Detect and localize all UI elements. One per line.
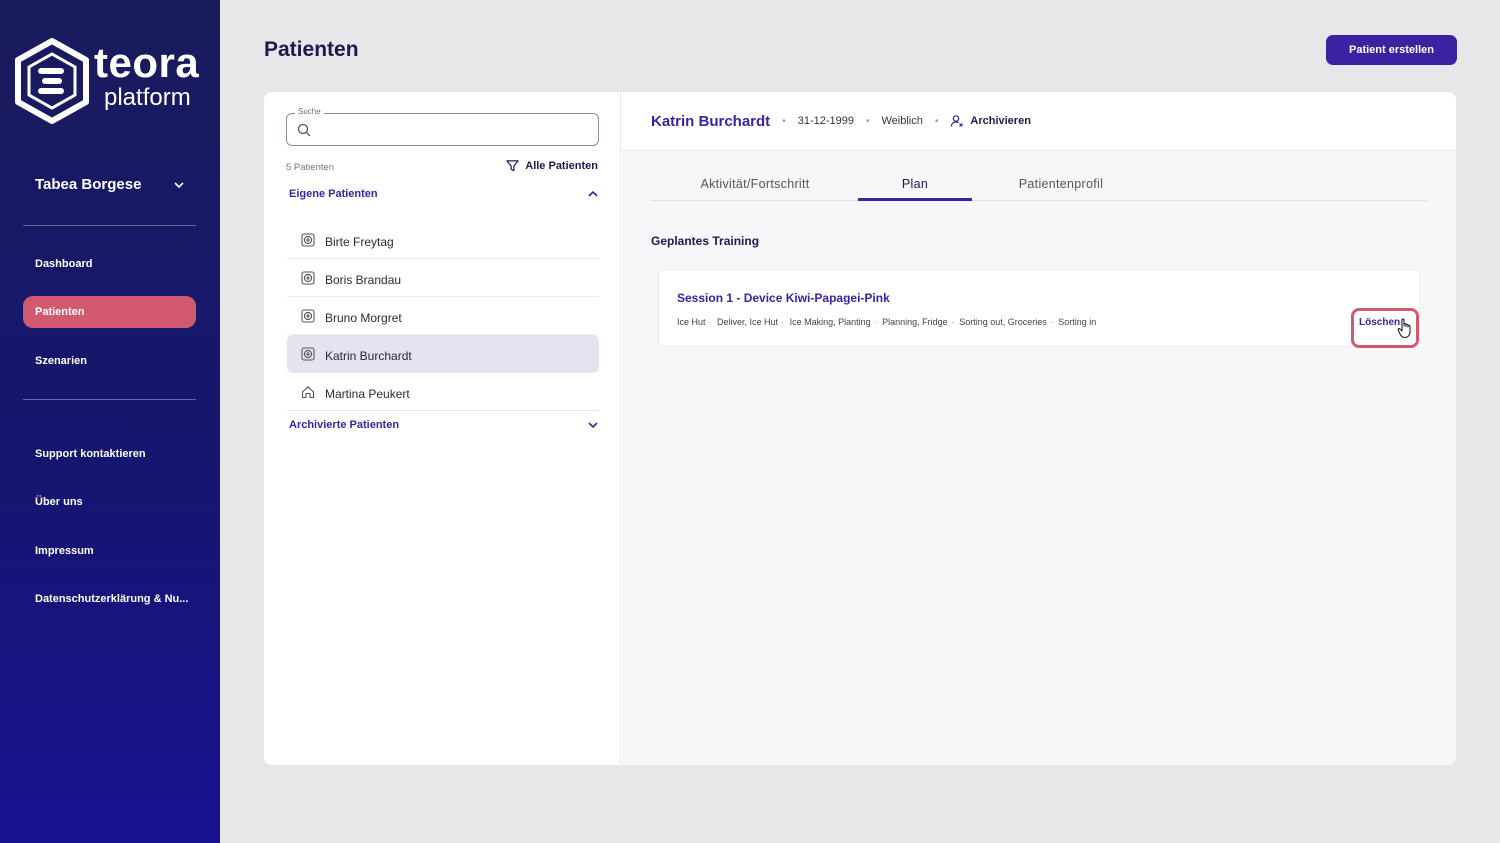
brand-subtitle: platform — [104, 84, 191, 111]
patient-list-pane: Suche 5 Patienten Alle Patienten Eigene … — [264, 92, 621, 765]
tab-profile[interactable]: Patientenprofil — [972, 177, 1150, 201]
patients-card: Suche 5 Patienten Alle Patienten Eigene … — [264, 92, 1456, 765]
brand-name: teora — [94, 39, 200, 86]
section-label: Archivierte Patienten — [289, 419, 400, 431]
nav-item-support[interactable]: Support kontaktieren — [23, 438, 196, 470]
session-tag: Planning, Fridge — [882, 317, 948, 327]
nav-label: Szenarien — [35, 355, 87, 367]
separator-dot: • — [865, 115, 870, 127]
session-tag: Deliver, Ice Hut — [717, 317, 779, 327]
chevron-down-icon — [174, 181, 184, 188]
page-title: Patienten — [264, 38, 359, 61]
patient-birthdate: 31-12-1999 — [797, 115, 854, 127]
nav-label: Datenschutzerklärung & Nu... — [35, 593, 189, 605]
archive-button[interactable]: Archivieren — [950, 114, 1031, 128]
list-divider — [287, 410, 599, 411]
home-icon — [301, 386, 315, 399]
nav-item-szenarien[interactable]: Szenarien — [23, 345, 196, 377]
patient-name: Bruno Morgret — [325, 310, 402, 325]
own-patients-section-toggle[interactable]: Eigene Patienten — [289, 188, 599, 200]
sidebar-divider — [23, 225, 196, 226]
section-label: Eigene Patienten — [289, 188, 378, 200]
nav-item-dashboard[interactable]: Dashboard — [23, 248, 196, 280]
teora-logo-icon — [15, 38, 89, 124]
patient-name: Boris Brandau — [325, 272, 402, 287]
patient-header: Katrin Burchardt • 31-12-1999 • Weiblich… — [622, 92, 1456, 151]
patient-detail-name: Katrin Burchardt — [651, 112, 771, 130]
create-patient-button[interactable]: Patient erstellen — [1326, 35, 1457, 65]
session-card[interactable]: Session 1 - Device Kiwi-Papagei-Pink Ice… — [658, 269, 1420, 348]
patient-item[interactable]: Martina Peukert — [287, 373, 599, 411]
filter-label: Alle Patienten — [525, 159, 598, 172]
nav-item-impressum[interactable]: Impressum — [23, 535, 196, 567]
brand-logo[interactable]: teora platform — [14, 38, 199, 124]
session-tags: Ice Hut · Deliver, Ice Hut · Ice Making, P… — [677, 317, 1097, 327]
planned-training-heading: Geplantes Training — [651, 234, 760, 248]
nav-label: Impressum — [35, 545, 94, 557]
user-name: Tabea Borgese — [35, 176, 142, 193]
session-tag: Ice Hut — [677, 317, 706, 327]
device-icon — [301, 308, 315, 323]
user-remove-icon — [951, 115, 964, 127]
search-icon — [297, 123, 311, 137]
device-icon — [301, 232, 315, 247]
nav-label: Support kontaktieren — [35, 448, 146, 460]
nav-item-privacy[interactable]: Datenschutzerklärung & Nu... — [23, 583, 196, 615]
user-menu[interactable]: Tabea Borgese — [35, 176, 185, 193]
patient-item-selected[interactable]: Katrin Burchardt — [287, 335, 599, 373]
device-icon — [301, 347, 315, 361]
nav-label: Patienten — [35, 306, 85, 318]
archive-label: Archivieren — [970, 115, 1031, 127]
sidebar: teora platform Tabea Borgese Dashboard P… — [0, 0, 220, 843]
archived-patients-section-toggle[interactable]: Archivierte Patienten — [289, 419, 599, 431]
detail-tabs: Aktivität/Fortschritt Plan Patientenprof… — [651, 177, 1427, 201]
patient-item[interactable]: Boris Brandau — [287, 259, 599, 297]
tab-activity[interactable]: Aktivität/Fortschritt — [651, 177, 859, 201]
tab-plan[interactable]: Plan — [858, 177, 972, 201]
search-input[interactable] — [317, 120, 587, 140]
patient-item[interactable]: Bruno Morgret — [287, 297, 599, 335]
patient-count: 5 Patienten — [286, 162, 335, 173]
session-tag: Sorting out, Groceries — [959, 317, 1047, 327]
nav-item-patienten[interactable]: Patienten — [23, 296, 196, 328]
session-tag: Ice Making, Planting — [789, 317, 871, 327]
nav-label: Dashboard — [35, 258, 93, 270]
filter-icon — [506, 160, 519, 172]
filter-button[interactable]: Alle Patienten — [506, 159, 598, 172]
hand-cursor-icon — [1397, 318, 1411, 339]
separator-dot: • — [934, 115, 939, 127]
search-field[interactable]: Suche — [286, 107, 599, 146]
device-icon — [301, 270, 315, 285]
chevron-down-icon — [588, 422, 598, 429]
separator-dot: • — [782, 115, 786, 127]
patient-name: Katrin Burchardt — [325, 349, 412, 363]
session-title: Session 1 - Device Kiwi-Papagei-Pink — [677, 291, 890, 305]
patient-name: Birte Freytag — [325, 234, 394, 249]
patient-item[interactable]: Birte Freytag — [287, 221, 599, 259]
search-label: Suche — [295, 107, 324, 116]
chevron-up-icon — [588, 190, 598, 197]
patient-gender: Weiblich — [881, 115, 923, 127]
sidebar-divider — [23, 399, 196, 400]
patient-detail-pane: Katrin Burchardt • 31-12-1999 • Weiblich… — [622, 92, 1456, 765]
nav-item-about[interactable]: Über uns — [23, 486, 196, 518]
patient-name: Martina Peukert — [325, 387, 410, 401]
nav-label: Über uns — [35, 496, 83, 508]
session-tag: Sorting in — [1058, 317, 1097, 327]
